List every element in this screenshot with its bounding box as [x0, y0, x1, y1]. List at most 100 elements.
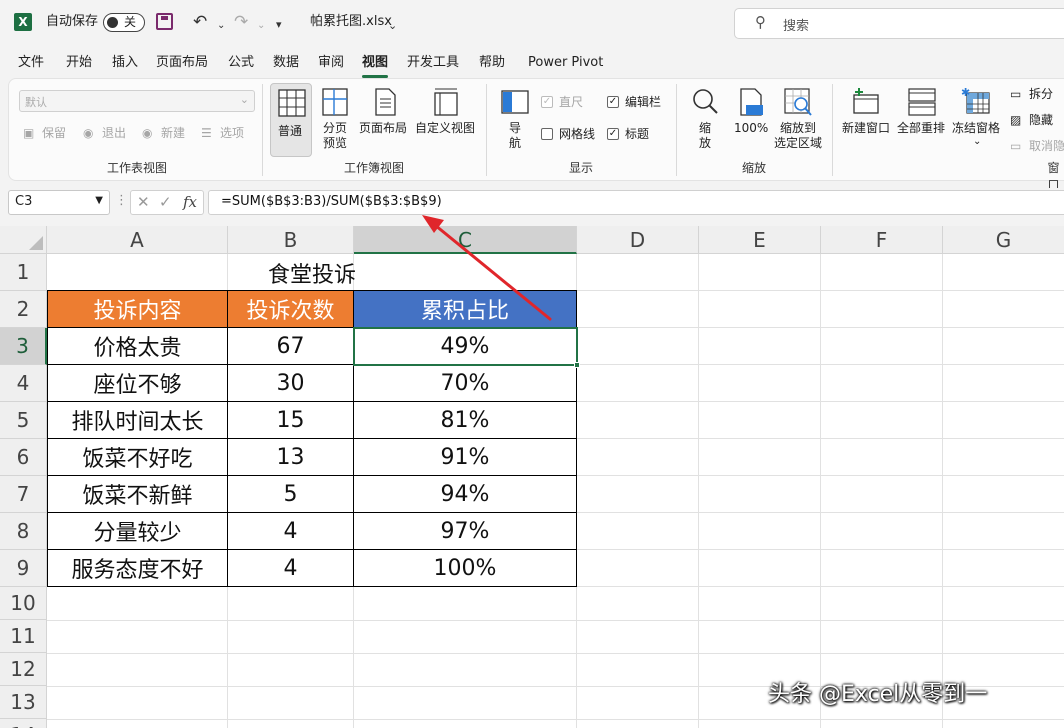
table-cell[interactable]: 94%	[354, 476, 577, 513]
custom-views-icon[interactable]	[431, 87, 461, 117]
name-box[interactable]: C3 ▼	[8, 190, 110, 215]
navigation-pane-icon[interactable]	[500, 87, 530, 117]
table-cell[interactable]: 70%	[354, 365, 577, 402]
autosave-toggle[interactable]: 关	[103, 13, 145, 32]
new-view-button[interactable]: 新建	[161, 125, 185, 141]
tab-formulas[interactable]: 公式	[228, 54, 254, 72]
row-header-13[interactable]: 13	[0, 686, 47, 719]
sheet-view-dropdown[interactable]: 默认 ⌄	[19, 90, 255, 112]
exit-view-button[interactable]: 退出	[102, 125, 126, 141]
column-header-d[interactable]: D	[577, 226, 699, 254]
header-cell-complaint[interactable]: 投诉内容	[48, 291, 228, 328]
zoom-label-1[interactable]: 缩	[699, 120, 711, 136]
column-header-a[interactable]: A	[47, 226, 228, 254]
column-header-f[interactable]: F	[821, 226, 943, 254]
zoom-100-button[interactable]: 100%	[734, 120, 768, 136]
table-cell[interactable]: 排队时间太长	[48, 402, 228, 439]
freeze-panes-chevron-down-icon[interactable]: ⌄	[973, 134, 981, 150]
table-cell[interactable]: 5	[228, 476, 354, 513]
tab-page-layout[interactable]: 页面布局	[156, 54, 208, 72]
tab-help[interactable]: 帮助	[479, 54, 505, 72]
row-header-1[interactable]: 1	[0, 254, 47, 291]
save-icon[interactable]	[156, 13, 173, 30]
file-name-chevron-down-icon[interactable]: ⌄	[388, 14, 397, 38]
redo-icon[interactable]: ↷	[234, 10, 248, 34]
table-cell[interactable]: 4	[228, 550, 354, 587]
redo-dropdown-icon[interactable]: ⌄	[257, 14, 265, 38]
tab-view[interactable]: 视图	[362, 54, 389, 78]
zoom-to-selection-label-2[interactable]: 选定区域	[774, 135, 822, 151]
cancel-icon[interactable]: ✕	[137, 193, 150, 211]
zoom-to-selection-icon[interactable]	[783, 87, 813, 117]
tab-review[interactable]: 审阅	[318, 54, 344, 72]
file-name[interactable]: 帕累托图.xlsx	[310, 12, 392, 32]
table-cell[interactable]: 30	[228, 365, 354, 402]
navigation-label-2[interactable]: 航	[509, 135, 521, 151]
undo-dropdown-icon[interactable]: ⌄	[217, 14, 225, 38]
row-header-6[interactable]: 6	[0, 439, 47, 476]
tab-insert[interactable]: 插入	[112, 54, 138, 72]
page-break-preview-icon[interactable]	[320, 87, 350, 117]
table-cell[interactable]: 价格太贵	[48, 328, 228, 365]
table-cell[interactable]: 81%	[354, 402, 577, 439]
page-break-preview-label-2[interactable]: 预览	[323, 135, 347, 151]
zoom-label-2[interactable]: 放	[699, 135, 711, 151]
page-layout-icon[interactable]	[370, 87, 400, 117]
row-header-8[interactable]: 8	[0, 513, 47, 550]
table-cell[interactable]: 100%	[354, 550, 577, 587]
new-window-icon[interactable]	[851, 87, 881, 117]
row-header-14[interactable]: 14	[0, 719, 47, 728]
table-cell[interactable]: 97%	[354, 513, 577, 550]
table-cell[interactable]: 饭菜不新鲜	[48, 476, 228, 513]
zoom-to-selection-label-1[interactable]: 缩放到	[780, 120, 816, 136]
table-cell[interactable]: 15	[228, 402, 354, 439]
row-header-5[interactable]: 5	[0, 402, 47, 439]
arrange-all-icon[interactable]	[907, 87, 937, 117]
unhide-button[interactable]: 取消隐	[1029, 138, 1064, 154]
navigation-label-1[interactable]: 导	[509, 120, 521, 136]
row-header-2[interactable]: 2	[0, 291, 47, 328]
headings-checkbox[interactable]: ✓	[607, 128, 619, 140]
customize-toolbar-icon[interactable]: ▾	[276, 13, 282, 37]
table-cell[interactable]: 4	[228, 513, 354, 550]
formula-bar-checkbox[interactable]: ✓	[607, 96, 619, 108]
search-input[interactable]: ⚲ 搜索	[734, 8, 1064, 39]
freeze-panes-icon[interactable]: ✱	[961, 85, 991, 115]
page-layout-button[interactable]: 页面布局	[359, 120, 407, 136]
tab-data[interactable]: 数据	[273, 54, 299, 72]
tab-home[interactable]: 开始	[66, 54, 92, 72]
arrange-all-button[interactable]: 全部重排	[897, 120, 945, 136]
table-cell[interactable]: 饭菜不好吃	[48, 439, 228, 476]
column-header-e[interactable]: E	[699, 226, 821, 254]
table-cell[interactable]: 座位不够	[48, 365, 228, 402]
enter-icon[interactable]: ✓	[159, 193, 172, 211]
gridlines-checkbox[interactable]	[541, 128, 553, 140]
zoom-100-icon[interactable]	[736, 87, 766, 117]
formula-input[interactable]: =SUM($B$3:B3)/SUM($B$3:$B$9)	[208, 190, 1064, 215]
hide-button[interactable]: 隐藏	[1029, 112, 1053, 128]
table-cell[interactable]: 91%	[354, 439, 577, 476]
zoom-magnifier-icon[interactable]	[690, 87, 720, 117]
new-window-button[interactable]: 新建窗口	[842, 120, 890, 136]
table-cell[interactable]: 服务态度不好	[48, 550, 228, 587]
split-button[interactable]: 拆分	[1029, 86, 1053, 102]
function-fx-icon[interactable]: fx	[183, 193, 197, 211]
keep-view-button[interactable]: 保留	[42, 125, 66, 141]
ruler-checkbox[interactable]: ✓	[541, 96, 553, 108]
table-cell[interactable]: 13	[228, 439, 354, 476]
row-header-7[interactable]: 7	[0, 476, 47, 513]
custom-views-button[interactable]: 自定义视图	[415, 120, 475, 136]
page-break-preview-label-1[interactable]: 分页	[323, 120, 347, 136]
tab-file[interactable]: 文件	[18, 54, 44, 72]
table-cell[interactable]: 分量较少	[48, 513, 228, 550]
table-cell[interactable]: 49%	[354, 328, 577, 365]
table-cell[interactable]: 67	[228, 328, 354, 365]
column-header-g[interactable]: G	[943, 226, 1064, 254]
select-all-button[interactable]	[0, 226, 47, 254]
row-header-12[interactable]: 12	[0, 653, 47, 686]
row-header-9[interactable]: 9	[0, 550, 47, 587]
tab-developer[interactable]: 开发工具	[407, 54, 459, 72]
row-header-10[interactable]: 10	[0, 587, 47, 620]
row-header-4[interactable]: 4	[0, 365, 47, 402]
normal-view-button[interactable]: 普通	[270, 83, 312, 157]
